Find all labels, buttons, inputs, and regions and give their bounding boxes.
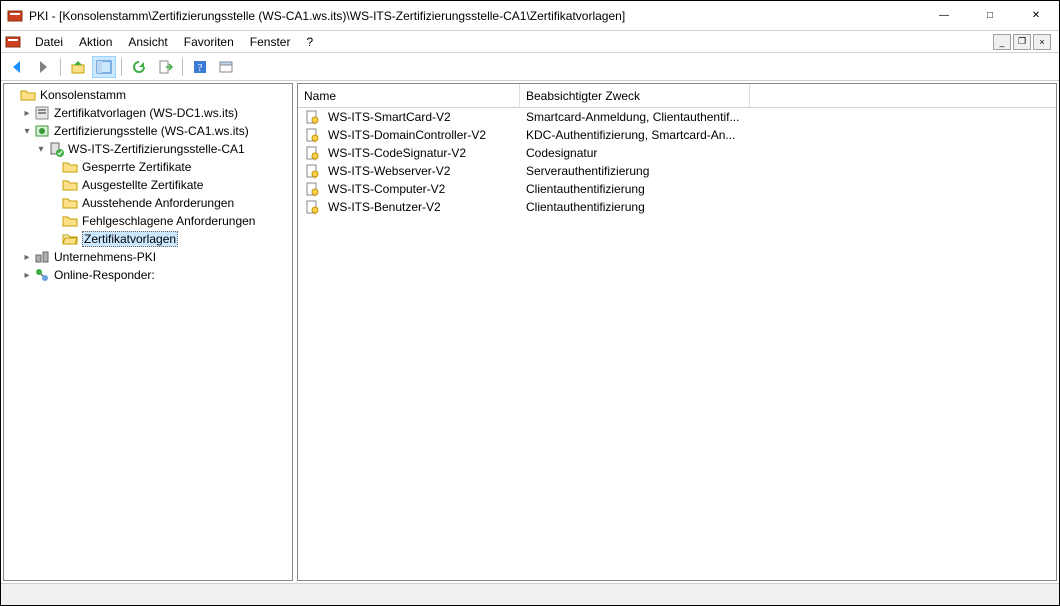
expand-icon[interactable]: ▸ xyxy=(20,252,34,263)
forward-button[interactable] xyxy=(31,56,55,78)
list-row[interactable]: WS-ITS-SmartCard-V2 Smartcard-Anmeldung, … xyxy=(298,108,1056,126)
list-cell-purpose: KDC-Authentifizierung, Smartcard-An... xyxy=(520,128,750,142)
tree-failed[interactable]: Fehlgeschlagene Anforderungen xyxy=(4,212,292,230)
svg-text:?: ? xyxy=(198,62,203,74)
tree-label: Online-Responder: xyxy=(54,268,155,282)
list-row[interactable]: WS-ITS-DomainController-V2 KDC-Authentifi… xyxy=(298,126,1056,144)
column-header-empty[interactable] xyxy=(750,84,1056,107)
collapse-icon[interactable]: ▾ xyxy=(34,144,48,155)
folder-icon xyxy=(62,177,78,193)
content-area: Konsolenstamm ▸ Zertifikatvorlagen (WS-D… xyxy=(1,81,1059,583)
show-hide-tree-button[interactable] xyxy=(92,56,116,78)
mdi-minimize-button[interactable]: _ xyxy=(993,34,1011,50)
list-row[interactable]: WS-ITS-Webserver-V2 Serverauthentifizieru… xyxy=(298,162,1056,180)
certificate-icon xyxy=(304,145,320,161)
certificate-icon xyxy=(304,127,320,143)
list-row[interactable]: WS-ITS-Computer-V2 Clientauthentifizierun… xyxy=(298,180,1056,198)
tree-issued[interactable]: Ausgestellte Zertifikate xyxy=(4,176,292,194)
folder-icon xyxy=(62,213,78,229)
mdi-controls: _ ❐ × xyxy=(993,34,1055,50)
refresh-button[interactable] xyxy=(127,56,151,78)
menu-fenster[interactable]: Fenster xyxy=(242,33,299,51)
console-tree[interactable]: Konsolenstamm ▸ Zertifikatvorlagen (WS-D… xyxy=(3,83,293,581)
menubar: Datei Aktion Ansicht Favoriten Fenster ?… xyxy=(1,31,1059,53)
back-button[interactable] xyxy=(5,56,29,78)
up-one-level-button[interactable] xyxy=(66,56,90,78)
tree-cert-templates-dc1[interactable]: ▸ Zertifikatvorlagen (WS-DC1.ws.its) xyxy=(4,104,292,122)
list-cell-name: WS-ITS-Benutzer-V2 xyxy=(328,200,441,214)
new-window-button[interactable] xyxy=(214,56,238,78)
ca-icon xyxy=(34,123,50,139)
certificate-icon xyxy=(304,199,320,215)
maximize-button[interactable]: □ xyxy=(967,1,1013,30)
certificate-template-icon xyxy=(34,105,50,121)
help-button[interactable]: ? xyxy=(188,56,212,78)
menu-datei[interactable]: Datei xyxy=(27,33,71,51)
list-cell-purpose: Smartcard-Anmeldung, Clientauthentif... xyxy=(520,110,750,124)
menu-aktion[interactable]: Aktion xyxy=(71,33,120,51)
close-button[interactable]: ✕ xyxy=(1013,1,1059,30)
list-cell-name: WS-ITS-DomainController-V2 xyxy=(328,128,486,142)
tree-label: Konsolenstamm xyxy=(40,88,126,102)
list-cell-purpose: Serverauthentifizierung xyxy=(520,164,750,178)
list-cell-name: WS-ITS-SmartCard-V2 xyxy=(328,110,451,124)
expand-icon[interactable]: ▸ xyxy=(20,270,34,281)
expand-icon[interactable]: ▸ xyxy=(20,108,34,119)
tree-label: Zertifikatvorlagen (WS-DC1.ws.its) xyxy=(54,106,238,120)
server-ok-icon xyxy=(48,141,64,157)
window-controls: — □ ✕ xyxy=(921,1,1059,30)
tree-ws-its-ca1[interactable]: ▾ WS-ITS-Zertifizierungsstelle-CA1 xyxy=(4,140,292,158)
mdi-restore-button[interactable]: ❐ xyxy=(1013,34,1031,50)
list-cell-name: WS-ITS-CodeSignatur-V2 xyxy=(328,146,466,160)
tree-pending[interactable]: Ausstehende Anforderungen xyxy=(4,194,292,212)
menu-ansicht[interactable]: Ansicht xyxy=(120,33,175,51)
tree-label: Ausstehende Anforderungen xyxy=(82,196,234,210)
folder-open-icon xyxy=(62,231,78,247)
tree-label: Fehlgeschlagene Anforderungen xyxy=(82,214,255,228)
tree-revoked[interactable]: Gesperrte Zertifikate xyxy=(4,158,292,176)
list-cell-purpose: Clientauthentifizierung xyxy=(520,182,750,196)
list-row[interactable]: WS-ITS-Benutzer-V2 Clientauthentifizierun… xyxy=(298,198,1056,216)
window-title: PKI - [Konsolenstamm\Zertifizierungsstel… xyxy=(29,9,921,23)
menu-favoriten[interactable]: Favoriten xyxy=(176,33,242,51)
list-row[interactable]: WS-ITS-CodeSignatur-V2 Codesignatur xyxy=(298,144,1056,162)
tree-enterprise-pki[interactable]: ▸ Unternehmens-PKI xyxy=(4,248,292,266)
app-icon xyxy=(7,8,23,24)
list-cell-name: WS-ITS-Computer-V2 xyxy=(328,182,445,196)
folder-icon xyxy=(62,195,78,211)
certificate-icon xyxy=(304,181,320,197)
mdi-app-icon xyxy=(5,34,21,50)
tree-label: Gesperrte Zertifikate xyxy=(82,160,191,174)
minimize-button[interactable]: — xyxy=(921,1,967,30)
tree-online-responder[interactable]: ▸ Online-Responder: xyxy=(4,266,292,284)
list-cell-purpose: Codesignatur xyxy=(520,146,750,160)
pki-icon xyxy=(34,249,50,265)
list-header: Name Beabsichtigter Zweck xyxy=(298,84,1056,108)
list-cell-purpose: Clientauthentifizierung xyxy=(520,200,750,214)
tree-label: Zertifizierungsstelle (WS-CA1.ws.its) xyxy=(54,124,249,138)
export-list-button[interactable] xyxy=(153,56,177,78)
certificate-icon xyxy=(304,163,320,179)
menu-help[interactable]: ? xyxy=(298,33,321,51)
certificate-icon xyxy=(304,109,320,125)
titlebar: PKI - [Konsolenstamm\Zertifizierungsstel… xyxy=(1,1,1059,31)
column-header-name[interactable]: Name xyxy=(298,84,520,107)
tree-cert-templates[interactable]: Zertifikatvorlagen xyxy=(4,230,292,248)
collapse-icon[interactable]: ▾ xyxy=(20,126,34,137)
statusbar xyxy=(1,583,1059,605)
responder-icon xyxy=(34,267,50,283)
column-header-purpose[interactable]: Beabsichtigter Zweck xyxy=(520,84,750,107)
list-cell-name: WS-ITS-Webserver-V2 xyxy=(328,164,450,178)
toolbar: ? xyxy=(1,53,1059,81)
tree-label: WS-ITS-Zertifizierungsstelle-CA1 xyxy=(68,142,245,156)
tree-root[interactable]: Konsolenstamm xyxy=(4,86,292,104)
mdi-close-button[interactable]: × xyxy=(1033,34,1051,50)
tree-ca-ws-ca1[interactable]: ▾ Zertifizierungsstelle (WS-CA1.ws.its) xyxy=(4,122,292,140)
tree-label-selected: Zertifikatvorlagen xyxy=(82,231,178,247)
folder-icon xyxy=(20,87,36,103)
tree-label: Ausgestellte Zertifikate xyxy=(82,178,203,192)
folder-icon xyxy=(62,159,78,175)
details-list[interactable]: Name Beabsichtigter Zweck WS-ITS-SmartCa… xyxy=(297,83,1057,581)
tree-label: Unternehmens-PKI xyxy=(54,250,156,264)
